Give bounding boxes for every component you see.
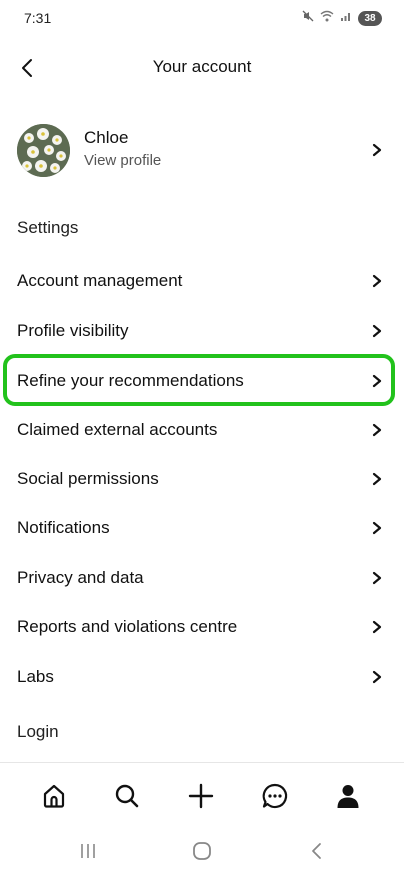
system-nav: [0, 828, 404, 874]
chevron-right-icon: [372, 143, 382, 157]
chevron-right-icon: [372, 521, 382, 535]
menu-item-label: Reports and violations centre: [17, 617, 238, 636]
menu-item-reports-and-violations[interactable]: Reports and violations centre: [0, 605, 404, 649]
recents-icon[interactable]: [68, 836, 108, 866]
bottom-nav: [0, 770, 404, 822]
view-profile-label: View profile: [84, 152, 162, 169]
battery-icon: 38: [358, 10, 382, 26]
menu-item-label: Privacy and data: [17, 568, 144, 587]
status-icons: 38: [302, 9, 382, 27]
chevron-right-icon: [372, 472, 382, 486]
menu-item-social-permissions[interactable]: Social permissions: [0, 457, 404, 501]
menu-item-refine-recommendations[interactable]: Refine your recommendations: [0, 359, 404, 403]
menu-item-label: Refine your recommendations: [17, 371, 244, 390]
header: Your account: [0, 46, 404, 88]
home-circle-icon[interactable]: [182, 836, 222, 866]
menu-item-claimed-external-accounts[interactable]: Claimed external accounts: [0, 408, 404, 452]
status-time: 7:31: [24, 10, 52, 26]
menu-item-labs[interactable]: Labs: [0, 655, 404, 699]
profile-name: Chloe: [84, 128, 129, 147]
menu-item-notifications[interactable]: Notifications: [0, 506, 404, 550]
home-icon[interactable]: [34, 776, 74, 816]
chevron-right-icon: [372, 670, 382, 684]
settings-section-label: Settings: [17, 218, 79, 237]
chevron-right-icon: [372, 374, 382, 388]
chevron-right-icon: [372, 324, 382, 338]
login-row[interactable]: Login: [0, 710, 404, 754]
chevron-right-icon: [372, 423, 382, 437]
wifi-icon: [320, 9, 334, 27]
avatar: [17, 124, 70, 177]
system-back-icon[interactable]: [296, 836, 336, 866]
chevron-right-icon: [372, 620, 382, 634]
login-label: Login: [17, 722, 59, 741]
menu-item-label: Social permissions: [17, 469, 159, 488]
create-plus-icon[interactable]: [181, 776, 221, 816]
menu-item-privacy-and-data[interactable]: Privacy and data: [0, 556, 404, 600]
messages-icon[interactable]: [255, 776, 295, 816]
menu-item-label: Labs: [17, 667, 54, 686]
menu-item-profile-visibility[interactable]: Profile visibility: [0, 309, 404, 353]
menu-item-label: Claimed external accounts: [17, 420, 218, 439]
chevron-right-icon: [372, 571, 382, 585]
menu-item-label: Account management: [17, 271, 183, 290]
status-bar: 7:31 38: [0, 0, 404, 40]
menu-item-label: Profile visibility: [17, 321, 129, 340]
signal-icon: [340, 9, 352, 27]
page-title: Your account: [152, 57, 252, 76]
menu-item-account-management[interactable]: Account management: [0, 259, 404, 303]
view-profile-row[interactable]: Chloe View profile: [0, 118, 404, 182]
profile-icon[interactable]: [328, 776, 368, 816]
menu-item-label: Notifications: [17, 518, 110, 537]
mute-icon: [302, 9, 314, 27]
divider: [0, 762, 404, 763]
chevron-right-icon: [372, 274, 382, 288]
search-icon[interactable]: [107, 776, 147, 816]
